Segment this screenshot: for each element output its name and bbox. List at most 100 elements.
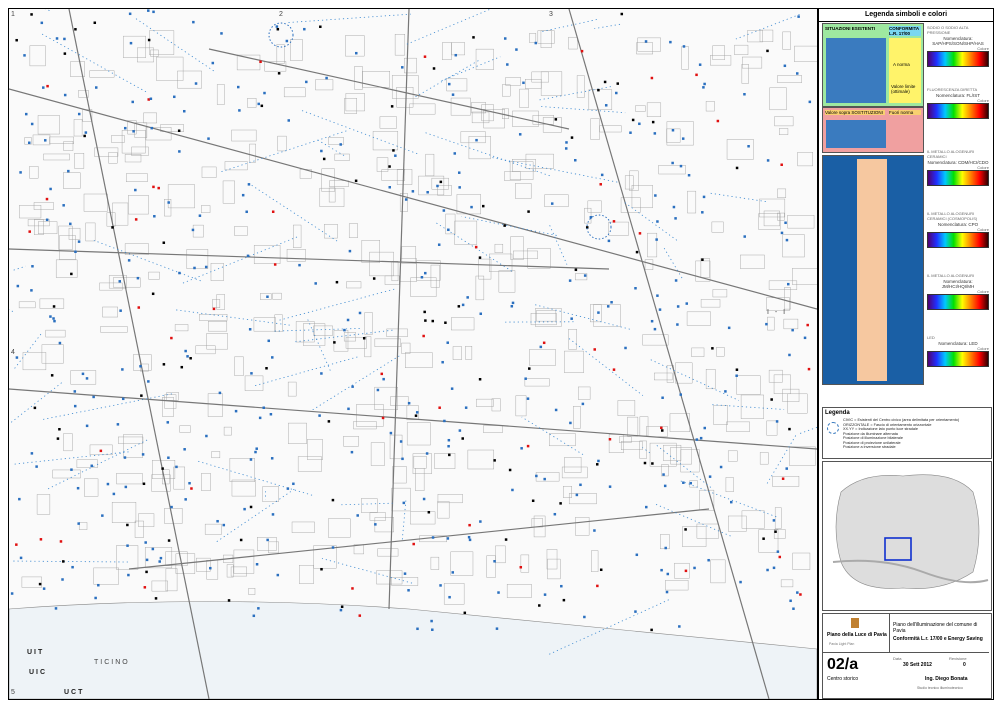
lamp-marker	[18, 497, 21, 501]
building-block	[29, 45, 46, 67]
building-block	[660, 534, 670, 550]
building-block	[369, 512, 386, 521]
lamp-marker	[407, 589, 410, 592]
lamp-marker	[111, 226, 114, 229]
building-block	[454, 220, 478, 245]
lamp-marker	[593, 529, 596, 532]
lamp-marker	[351, 587, 354, 590]
lamp-marker	[550, 202, 554, 205]
lamp-marker	[702, 86, 705, 89]
lamp-marker	[565, 141, 568, 144]
building-block	[372, 131, 399, 151]
spectrum-header: SODIO O SODIO ALTA PRESSIONE	[927, 25, 969, 35]
lamp-marker	[227, 599, 231, 602]
building-block	[468, 136, 491, 160]
building-block	[635, 105, 646, 112]
lamp-marker	[788, 353, 791, 357]
building-block	[386, 328, 408, 337]
building-block	[286, 249, 306, 262]
lamp-marker	[292, 482, 295, 486]
main-street	[68, 9, 210, 699]
key-map	[822, 461, 992, 611]
lamp-marker	[635, 250, 639, 254]
lamp-marker	[574, 268, 578, 272]
building-block	[777, 75, 802, 83]
lamp-marker	[608, 485, 612, 488]
lamp-marker	[674, 279, 678, 282]
building-block	[502, 84, 511, 97]
building-block	[537, 30, 555, 44]
lamp-marker	[515, 48, 518, 51]
building-block	[43, 153, 70, 161]
lamp-marker	[778, 555, 782, 559]
plan-title: Piano della Luce di Pavia	[827, 632, 887, 638]
building-block	[734, 44, 749, 55]
lamp-marker	[287, 119, 291, 122]
lamp-marker	[153, 215, 156, 218]
lamp-marker	[685, 302, 689, 305]
building-block	[686, 311, 711, 326]
main-street	[568, 9, 770, 699]
lighting-line	[294, 329, 393, 343]
lamp-marker	[479, 520, 482, 523]
building-block	[524, 378, 550, 387]
lighting-line	[663, 247, 684, 281]
lighting-line	[655, 504, 734, 538]
lamp-marker	[411, 190, 415, 193]
spectrum-block: IL METALLO ALOGENURI Nomenclatura: JM/HCI…	[927, 273, 989, 310]
main-street	[388, 9, 410, 610]
lamp-marker	[539, 345, 543, 349]
lamp-marker	[335, 280, 339, 284]
lighting-line	[250, 184, 338, 242]
lamp-marker	[655, 238, 658, 241]
lamp-marker	[254, 450, 257, 454]
lamp-marker	[766, 159, 770, 162]
building-block	[510, 236, 524, 260]
out-label: Fuori norma	[889, 110, 921, 115]
lamp-marker	[15, 543, 18, 546]
lamp-marker	[356, 514, 359, 517]
lamp-marker	[252, 614, 256, 618]
lamp-marker	[147, 98, 150, 101]
lamp-marker	[644, 40, 648, 43]
building-block	[716, 347, 725, 357]
building-block	[150, 49, 159, 57]
lamp-marker	[137, 306, 141, 309]
building-block	[374, 517, 395, 533]
lamp-marker	[743, 235, 746, 238]
lamp-marker	[30, 122, 34, 126]
building-block	[437, 185, 452, 196]
lamp-marker	[407, 401, 411, 405]
lighting-line	[135, 18, 215, 72]
lamp-marker	[255, 447, 258, 450]
lamp-marker	[183, 448, 186, 451]
building-block	[564, 457, 582, 473]
building-block	[174, 324, 189, 332]
lighting-line	[401, 500, 407, 540]
lighting-line	[541, 106, 626, 114]
building-block	[675, 362, 693, 384]
lamp-marker	[266, 538, 269, 542]
building-block	[413, 455, 427, 469]
city-map[interactable]: TICINO I - I 1 2 3 4 5 UIT UIC UCT	[8, 8, 818, 700]
building-block	[396, 169, 413, 185]
lamp-marker	[305, 80, 308, 84]
lamp-marker	[747, 145, 750, 148]
building-block	[506, 584, 532, 598]
lamp-marker	[331, 546, 335, 549]
lamp-marker	[676, 305, 680, 308]
lamp-marker	[766, 49, 769, 53]
building-block	[782, 234, 805, 258]
building-block	[143, 112, 157, 124]
building-block	[525, 79, 542, 89]
lamp-marker	[132, 130, 135, 133]
lamp-marker	[362, 337, 366, 340]
note-a: A norma	[893, 62, 910, 67]
building-block	[712, 289, 728, 298]
lamp-marker	[19, 556, 23, 560]
lamp-marker	[581, 402, 585, 406]
building-block	[288, 422, 307, 444]
lamp-marker	[97, 583, 100, 587]
building-block	[578, 386, 591, 400]
lamp-marker	[237, 85, 240, 89]
